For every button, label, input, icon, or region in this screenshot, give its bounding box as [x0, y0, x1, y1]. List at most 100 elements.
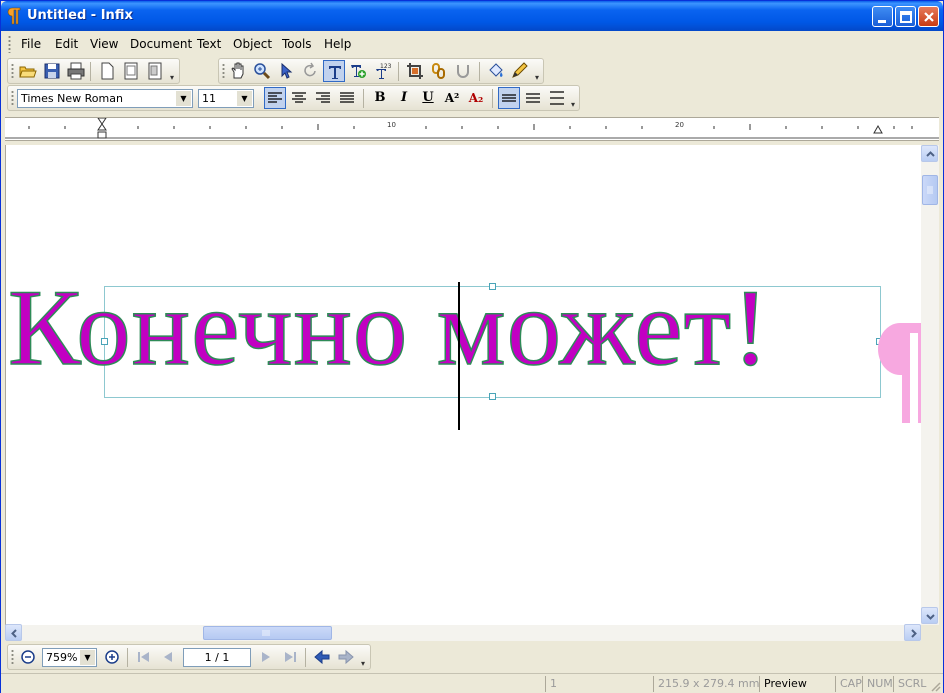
scroll-right-button[interactable] — [904, 624, 921, 641]
last-page-button[interactable] — [279, 646, 301, 668]
crop-tool-button[interactable] — [404, 60, 426, 82]
scroll-down-button[interactable] — [921, 607, 938, 624]
minimize-button[interactable] — [872, 6, 893, 27]
line-spacing-single-button[interactable] — [498, 87, 520, 109]
scroll-up-button[interactable] — [921, 145, 938, 162]
next-page-button[interactable] — [255, 646, 277, 668]
horizontal-scrollbar[interactable] — [5, 624, 921, 641]
font-name-select[interactable]: Times New Roman ▼ — [17, 89, 193, 108]
save-button[interactable] — [41, 60, 63, 82]
tools-toolbar: 123 ▾ — [218, 58, 544, 84]
menu-file[interactable]: File — [21, 37, 41, 51]
zoom-value: 759% — [46, 651, 78, 664]
font-size-select[interactable]: 11 ▼ — [198, 89, 254, 108]
chevron-down-icon[interactable]: ▼ — [237, 91, 252, 106]
magnet-icon — [457, 65, 469, 78]
forward-button[interactable] — [335, 646, 357, 668]
menu-object[interactable]: Object — [233, 37, 272, 51]
numbering-tool-button[interactable]: 123 — [371, 60, 393, 82]
first-page-button[interactable] — [133, 646, 155, 668]
previous-page-button[interactable] — [157, 646, 179, 668]
back-arrow-icon — [314, 649, 330, 665]
close-button[interactable] — [918, 6, 939, 27]
resize-grip-icon[interactable] — [929, 680, 941, 692]
forward-arrow-icon — [338, 649, 354, 665]
link-tool-button[interactable] — [428, 60, 450, 82]
hand-tool-button[interactable] — [227, 60, 249, 82]
toolbar-overflow-chevron[interactable]: ▾ — [535, 73, 539, 82]
vertical-scroll-thumb[interactable] — [922, 175, 938, 205]
fill-tool-button[interactable] — [485, 60, 507, 82]
vertical-scrollbar[interactable] — [921, 145, 939, 625]
left-indent-marker[interactable] — [97, 118, 107, 140]
toolbar-grip[interactable] — [11, 649, 14, 666]
underline-button[interactable]: U — [417, 87, 439, 109]
document-text[interactable]: Конечно может! — [7, 265, 770, 391]
justify-button[interactable] — [336, 87, 358, 109]
right-indent-marker[interactable] — [873, 124, 883, 134]
text-caret — [458, 282, 460, 430]
toolbar-grip[interactable] — [11, 63, 14, 80]
pencil-tool-button[interactable] — [509, 60, 531, 82]
menubar-grip[interactable] — [8, 35, 11, 53]
menu-help[interactable]: Help — [324, 37, 351, 51]
zoom-in-button[interactable] — [101, 646, 123, 668]
new-page-button[interactable] — [96, 60, 118, 82]
page-number-input[interactable]: 1 / 1 — [183, 648, 251, 667]
superscript-button[interactable]: A² — [441, 87, 463, 109]
toolbar-separator — [90, 62, 91, 81]
text-edit-tool-button[interactable] — [347, 60, 369, 82]
zoom-in-icon — [105, 650, 119, 664]
print-button[interactable] — [65, 60, 87, 82]
align-center-icon — [292, 92, 306, 103]
bold-button[interactable]: B — [369, 87, 391, 109]
text-tool-button[interactable] — [323, 60, 345, 82]
scroll-left-button[interactable] — [5, 624, 22, 641]
align-left-icon — [268, 92, 282, 103]
line-spacing-medium-button[interactable] — [522, 87, 544, 109]
first-page-icon — [138, 652, 149, 662]
toolbar-separator — [363, 89, 364, 108]
scrollbar-corner — [921, 625, 939, 641]
svg-text:123: 123 — [380, 63, 391, 70]
back-button[interactable] — [311, 646, 333, 668]
align-center-button[interactable] — [288, 87, 310, 109]
page-properties-button[interactable] — [144, 60, 166, 82]
font-name-value: Times New Roman — [21, 92, 123, 105]
line-spacing-double-button[interactable] — [546, 87, 568, 109]
menu-document[interactable]: Document — [130, 37, 192, 51]
toolbar-grip[interactable] — [11, 90, 14, 107]
resize-handle-bottom[interactable] — [489, 393, 496, 400]
select-tool-button[interactable] — [275, 60, 297, 82]
crop-icon — [407, 63, 423, 79]
horizontal-ruler[interactable]: 10 20 — [5, 117, 939, 141]
chevron-down-icon[interactable]: ▼ — [80, 650, 95, 665]
unlink-tool-button[interactable] — [452, 60, 474, 82]
horizontal-scroll-thumb[interactable] — [203, 626, 332, 640]
align-right-button[interactable] — [312, 87, 334, 109]
rotate-icon — [304, 62, 316, 77]
menu-text[interactable]: Text — [197, 37, 221, 51]
maximize-button[interactable] — [895, 6, 916, 27]
toolbar-overflow-chevron[interactable]: ▾ — [170, 73, 174, 82]
zoom-out-button[interactable] — [17, 646, 39, 668]
open-button[interactable] — [17, 60, 39, 82]
zoom-tool-button[interactable] — [251, 60, 273, 82]
page-setup-button[interactable] — [120, 60, 142, 82]
toolbar-grip[interactable] — [222, 63, 225, 80]
status-bar: 1 215.9 x 279.4 mm Preview CAP NUM SCRL — [1, 673, 943, 693]
rotate-tool-button[interactable] — [299, 60, 321, 82]
title-bar[interactable]: Untitled - Infix — [1, 1, 943, 31]
chevron-down-icon[interactable]: ▼ — [176, 91, 191, 106]
toolbar-overflow-chevron[interactable]: ▾ — [361, 659, 365, 668]
toolbar-overflow-chevron[interactable]: ▾ — [571, 100, 575, 109]
menu-tools[interactable]: Tools — [282, 37, 312, 51]
align-left-button[interactable] — [264, 87, 286, 109]
document-canvas[interactable]: Конечно может! — [5, 145, 921, 625]
italic-button[interactable]: I — [393, 87, 415, 109]
menu-edit[interactable]: Edit — [55, 37, 78, 51]
menu-view[interactable]: View — [90, 37, 118, 51]
status-page-size: 215.9 x 279.4 mm — [653, 676, 759, 692]
zoom-select[interactable]: 759% ▼ — [42, 648, 97, 667]
subscript-button[interactable]: A₂ — [465, 87, 487, 109]
